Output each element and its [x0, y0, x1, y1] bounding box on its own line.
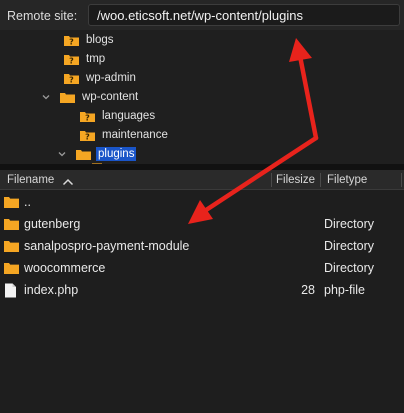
- remote-directory-tree: ? blogs ? tmp ? wp-admin wp-content ? la…: [0, 30, 404, 164]
- column-filetype[interactable]: Filetype: [327, 174, 367, 186]
- file-name: sanalpospro-payment-module: [24, 239, 190, 253]
- folder-icon: [4, 239, 19, 252]
- column-separator[interactable]: [320, 173, 321, 187]
- tree-item-label: languages: [102, 109, 156, 122]
- table-row[interactable]: gutenberg Directory: [0, 213, 404, 235]
- folder-icon: [76, 148, 91, 160]
- remote-site-input[interactable]: /woo.eticsoft.net/wp-content/plugins: [88, 4, 400, 26]
- tree-item-label: plugins: [96, 146, 137, 161]
- file-size: 28: [301, 283, 315, 297]
- folder-icon: [4, 261, 19, 274]
- file-name: woocommerce: [24, 261, 106, 275]
- column-separator[interactable]: [271, 173, 272, 187]
- table-row[interactable]: index.php 28 php-file: [0, 279, 404, 301]
- column-separator[interactable]: [401, 173, 402, 187]
- tree-item-label: blogs: [86, 33, 114, 46]
- file-name: ..: [24, 195, 31, 209]
- table-row[interactable]: ..: [0, 191, 404, 213]
- svg-text:?: ?: [69, 56, 74, 65]
- table-row[interactable]: sanalpospro-payment-module Directory: [0, 235, 404, 257]
- tree-item-blogs[interactable]: ? blogs: [64, 30, 116, 49]
- column-filesize[interactable]: Filesize: [276, 174, 315, 186]
- column-filename[interactable]: Filename: [7, 174, 54, 186]
- tree-item-plugins[interactable]: plugins: [56, 144, 137, 163]
- chevron-down-icon[interactable]: [56, 148, 68, 160]
- locked-folder-icon: ?: [64, 53, 79, 65]
- tree-item-label: wp-content: [82, 90, 139, 103]
- file-name: gutenberg: [24, 217, 81, 231]
- locked-folder-icon: ?: [80, 110, 95, 122]
- tree-item-wp-content[interactable]: wp-content: [40, 87, 140, 106]
- locked-folder-icon: ?: [64, 72, 79, 84]
- file-type: Directory: [324, 239, 375, 253]
- tree-item-languages[interactable]: ? languages: [80, 106, 157, 125]
- file-type: Directory: [324, 261, 375, 275]
- table-row[interactable]: woocommerce Directory: [0, 257, 404, 279]
- file-type: php-file: [324, 283, 365, 297]
- chevron-down-icon[interactable]: [40, 91, 52, 103]
- tree-item-label: wp-admin: [86, 71, 136, 84]
- tree-item-label: tmp: [86, 52, 106, 65]
- remote-site-label: Remote site:: [7, 9, 78, 23]
- remote-site-path: /woo.eticsoft.net/wp-content/plugins: [97, 8, 303, 23]
- folder-icon: [4, 195, 19, 208]
- folder-icon: [4, 217, 19, 230]
- file-icon: [4, 283, 17, 298]
- svg-text:?: ?: [69, 75, 74, 84]
- tree-item-maintenance[interactable]: ? maintenance: [80, 125, 170, 144]
- tree-item-tmp[interactable]: ? tmp: [64, 49, 107, 68]
- file-type: Directory: [324, 217, 375, 231]
- folder-icon: [60, 91, 75, 103]
- locked-folder-icon: ?: [64, 34, 79, 46]
- remote-site-bar: Remote site: /woo.eticsoft.net/wp-conten…: [0, 0, 404, 30]
- locked-folder-icon: ?: [80, 129, 95, 141]
- tree-item-label: maintenance: [102, 128, 168, 141]
- file-name: index.php: [24, 283, 79, 297]
- svg-text:?: ?: [69, 37, 74, 46]
- svg-text:?: ?: [85, 113, 90, 122]
- svg-text:?: ?: [85, 132, 90, 141]
- remote-file-list: Filename Filesize Filetype .. gutenberg …: [0, 170, 404, 413]
- sort-ascending-icon[interactable]: [62, 174, 74, 192]
- tree-item-wp-admin[interactable]: ? wp-admin: [64, 68, 138, 87]
- file-list-header: Filename Filesize Filetype: [0, 170, 404, 190]
